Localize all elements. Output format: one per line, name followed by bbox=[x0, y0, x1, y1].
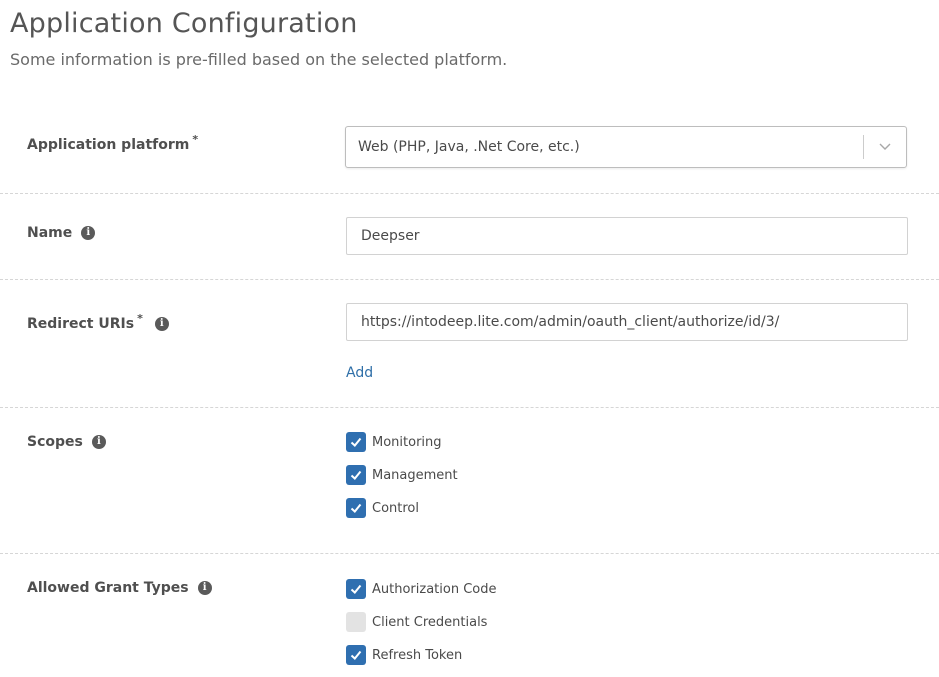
platform-section: Application platform * Web (PHP, Java, .… bbox=[0, 105, 939, 194]
check-icon bbox=[350, 503, 362, 513]
required-marker: * bbox=[192, 132, 199, 146]
info-icon[interactable]: i bbox=[197, 581, 212, 595]
redirect-label-text: Redirect URIs bbox=[27, 316, 135, 332]
name-input[interactable] bbox=[346, 217, 908, 255]
platform-label: Application platform * bbox=[27, 133, 198, 154]
platform-select-value: Web (PHP, Java, .Net Core, etc.) bbox=[358, 139, 580, 155]
grant-client-credentials[interactable]: Client Credentials bbox=[346, 612, 487, 632]
checkbox-checked[interactable] bbox=[346, 465, 366, 485]
select-separator bbox=[863, 135, 864, 159]
scopes-label-text: Scopes bbox=[27, 434, 83, 450]
name-label: Name i bbox=[27, 225, 96, 241]
checkbox-unchecked[interactable] bbox=[346, 612, 366, 632]
scope-label: Management bbox=[372, 467, 458, 483]
scope-control[interactable]: Control bbox=[346, 498, 419, 518]
info-icon[interactable]: i bbox=[91, 435, 106, 449]
check-icon bbox=[350, 584, 362, 594]
grant-type-label: Authorization Code bbox=[372, 581, 497, 597]
platform-label-text: Application platform bbox=[27, 137, 190, 153]
scope-label: Monitoring bbox=[372, 434, 442, 450]
grant-types-label: Allowed Grant Types i bbox=[27, 580, 212, 596]
grant-authorization-code[interactable]: Authorization Code bbox=[346, 579, 496, 599]
platform-select[interactable]: Web (PHP, Java, .Net Core, etc.) bbox=[345, 126, 907, 168]
checkbox-checked[interactable] bbox=[346, 432, 366, 452]
name-label-text: Name bbox=[27, 225, 73, 241]
grant-refresh-token[interactable]: Refresh Token bbox=[346, 645, 462, 665]
scopes-section: Scopes i Monitoring Management Control bbox=[0, 407, 939, 554]
page-subtitle: Some information is pre-filled based on … bbox=[10, 50, 508, 69]
redirect-section: Redirect URIs * i Add bbox=[0, 279, 939, 408]
required-marker: * bbox=[137, 311, 143, 325]
grant-types-section: Allowed Grant Types i Authorization Code… bbox=[0, 553, 939, 677]
checkbox-checked[interactable] bbox=[346, 645, 366, 665]
redirect-label: Redirect URIs * i bbox=[27, 312, 169, 332]
check-icon bbox=[350, 470, 362, 480]
scopes-label: Scopes i bbox=[27, 434, 106, 450]
add-redirect-uri-link[interactable]: Add bbox=[346, 365, 373, 381]
redirect-uri-input[interactable] bbox=[346, 303, 908, 341]
grant-type-label: Refresh Token bbox=[372, 647, 463, 663]
scope-label: Control bbox=[372, 500, 419, 516]
page-title: Application Configuration bbox=[10, 8, 358, 39]
check-icon bbox=[350, 650, 362, 660]
checkbox-checked[interactable] bbox=[346, 579, 366, 599]
checkbox-checked[interactable] bbox=[346, 498, 366, 518]
grant-type-label: Client Credentials bbox=[372, 614, 488, 630]
chevron-down-icon[interactable] bbox=[878, 139, 892, 153]
info-icon[interactable]: i bbox=[81, 226, 96, 240]
name-section: Name i bbox=[0, 193, 939, 280]
info-icon[interactable]: i bbox=[154, 317, 169, 331]
grant-types-label-text: Allowed Grant Types bbox=[27, 580, 189, 596]
scope-monitoring[interactable]: Monitoring bbox=[346, 432, 442, 452]
check-icon bbox=[350, 437, 362, 447]
scope-management[interactable]: Management bbox=[346, 465, 458, 485]
